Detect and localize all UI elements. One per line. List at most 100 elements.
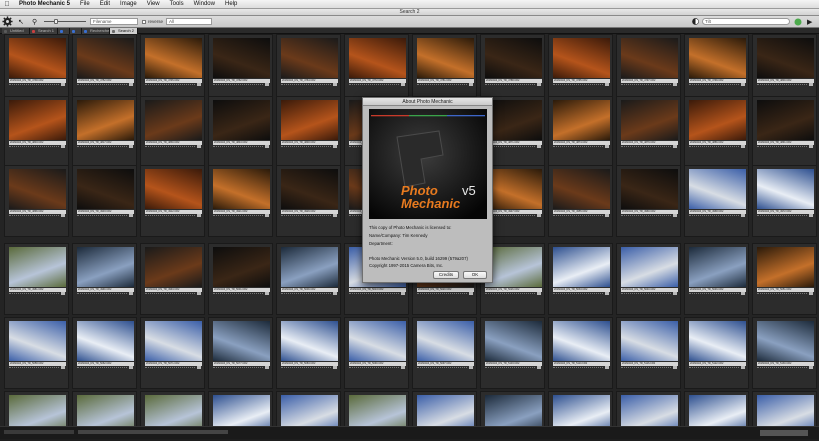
- thumbnail-caption[interactable]: 20160404_DS_TR_4891.CR2: [757, 141, 814, 145]
- thumbnail-caption[interactable]: 20160404_DS_TR_4960.CR2: [621, 210, 678, 214]
- thumbnail-cell[interactable]: 20160404_DS_TR_5130.CR2: [752, 317, 817, 389]
- thumbnail-caption[interactable]: 20160404_DS_TR_4968.CR2: [689, 210, 746, 214]
- thumbnail-image[interactable]: [689, 38, 746, 78]
- tag-icon[interactable]: [333, 366, 337, 369]
- thumbnail-image[interactable]: [485, 38, 542, 78]
- tag-icon[interactable]: [333, 83, 337, 86]
- rating-stars[interactable]: [77, 215, 127, 217]
- thumbnail-cell[interactable]: 20160404_DS_TR_5071.CR2: [140, 317, 205, 389]
- thumbnail-cell[interactable]: 20160404_DS_TR_5062.CR2: [72, 317, 137, 389]
- tag-icon[interactable]: [809, 83, 813, 86]
- thumbnail-cell[interactable]: 20160404_DS_TR_5150.CR2: [140, 391, 205, 426]
- rating-stars[interactable]: [621, 146, 671, 148]
- rating-stars[interactable]: [621, 293, 671, 295]
- tag-icon[interactable]: [61, 292, 65, 295]
- thumbnail-caption[interactable]: 20160404_DS_TR_4886.CR2: [689, 141, 746, 145]
- search-input[interactable]: Tilt: [702, 18, 790, 25]
- rating-stars[interactable]: [485, 367, 535, 369]
- thumbnail-image[interactable]: [77, 169, 134, 209]
- thumbnail-image[interactable]: [281, 395, 338, 426]
- tag-icon[interactable]: [809, 145, 813, 148]
- thumbnail-caption[interactable]: 20160404_DS_TR_5103.CR2: [485, 362, 542, 366]
- reverse-toggle[interactable]: reverse: [142, 17, 163, 26]
- rating-stars[interactable]: [553, 146, 603, 148]
- thumbnail-image[interactable]: [621, 395, 678, 426]
- tag-icon[interactable]: [333, 214, 337, 217]
- tag-icon[interactable]: [401, 292, 405, 295]
- thumbnail-cell[interactable]: 20160404_DS_TR_5208.CR2: [752, 391, 817, 426]
- thumbnail-cell[interactable]: 20160404_DS_TR_5040.CR2: [616, 243, 681, 315]
- thumbnail-caption[interactable]: 20160404_DS_TR_4772.CR2: [349, 79, 406, 83]
- thumbnail-caption[interactable]: 20160404_DS_TR_4929.CR2: [281, 210, 338, 214]
- thumbnail-cell[interactable]: 20160404_DS_TR_4921.CR2: [208, 165, 273, 237]
- thumbnail-cell[interactable]: 20160404_DS_TR_4886.CR2: [684, 96, 749, 168]
- thumbnail-image[interactable]: [145, 395, 202, 426]
- rating-stars[interactable]: [417, 84, 467, 86]
- thumbnail-caption[interactable]: 20160404_DS_TR_5122.CR2: [689, 362, 746, 366]
- thumbnail-caption[interactable]: 20160404_DS_TR_5013.CR2: [349, 288, 406, 292]
- thumbnail-cell[interactable]: 20160404_DS_TR_4817.CR2: [72, 96, 137, 168]
- thumbnail-caption[interactable]: 20160404_DS_TR_5090.CR2: [349, 362, 406, 366]
- thumbnail-caption[interactable]: 20160404_DS_TR_4903.CR2: [77, 210, 134, 214]
- thumbnail-caption[interactable]: 20160404_DS_TR_5116.CR2: [621, 362, 678, 366]
- pointer-tool-icon[interactable]: ↖: [18, 17, 24, 26]
- thumbnail-image[interactable]: [213, 247, 270, 287]
- tag-icon[interactable]: [401, 83, 405, 86]
- thumbnail-caption[interactable]: 20160404_DS_TR_5033.CR2: [553, 288, 610, 292]
- thumbnail-image[interactable]: [621, 38, 678, 78]
- thumbnail-image[interactable]: [757, 395, 814, 426]
- thumbnail-cell[interactable]: 20160404_DS_TR_4912.CR2: [140, 165, 205, 237]
- rating-stars[interactable]: [689, 367, 739, 369]
- thumbnail-image[interactable]: [485, 100, 542, 140]
- rating-stars[interactable]: [145, 215, 195, 217]
- thumbnail-image[interactable]: [213, 395, 270, 426]
- thumbnail-image[interactable]: [485, 169, 542, 209]
- rating-stars[interactable]: [281, 84, 331, 86]
- thumbnail-caption[interactable]: 20160404_DS_TR_5097.CR2: [417, 362, 474, 366]
- thumbnail-caption[interactable]: 20160404_DS_TR_5083.CR2: [281, 362, 338, 366]
- thumbnail-cell[interactable]: 20160404_DS_TR_5188.CR2: [548, 391, 613, 426]
- rating-stars[interactable]: [621, 367, 671, 369]
- thumbnail-caption[interactable]: 20160404_DS_TR_5062.CR2: [77, 362, 134, 366]
- tag-icon[interactable]: [605, 292, 609, 295]
- rating-stars[interactable]: [757, 146, 807, 148]
- thumbnail-cell[interactable]: 20160404_DS_TR_4981.CR2: [4, 243, 69, 315]
- tag-icon[interactable]: [401, 366, 405, 369]
- tag-icon[interactable]: [61, 83, 65, 86]
- thumbnail-image[interactable]: [553, 247, 610, 287]
- thumbnail-image[interactable]: [77, 395, 134, 426]
- rating-stars[interactable]: [757, 215, 807, 217]
- slider-knob[interactable]: [54, 19, 58, 24]
- tag-icon[interactable]: [537, 145, 541, 148]
- tag-icon[interactable]: [469, 292, 473, 295]
- thumbnail-cell[interactable]: 20160404_DS_TR_5182.CR2: [480, 391, 545, 426]
- thumbnail-image[interactable]: [281, 247, 338, 287]
- reverse-checkbox[interactable]: [142, 19, 146, 24]
- thumbnail-cell[interactable]: 20160404_DS_TR_4903.CR2: [72, 165, 137, 237]
- tag-icon[interactable]: [469, 83, 473, 86]
- thumbnail-cell[interactable]: 20160404_DS_TR_5116.CR2: [616, 317, 681, 389]
- thumbnail-caption[interactable]: 20160404_DS_TR_4803.CR2: [9, 141, 66, 145]
- rating-stars[interactable]: [213, 84, 263, 86]
- rating-stars[interactable]: [213, 146, 263, 148]
- thumbnail-caption[interactable]: 20160404_DS_TR_4972.CR2: [757, 210, 814, 214]
- thumbnail-cell[interactable]: 20160404_DS_TR_5033.CR2: [548, 243, 613, 315]
- thumbnail-caption[interactable]: 20160404_DS_TR_5001.CR2: [213, 288, 270, 292]
- rating-stars[interactable]: [689, 215, 739, 217]
- rating-stars[interactable]: [757, 293, 807, 295]
- thumbnail-caption[interactable]: 20160404_DS_TR_4752.CR2: [77, 79, 134, 83]
- thumbnail-cell[interactable]: 20160404_DS_TR_5195.CR2: [616, 391, 681, 426]
- thumbnail-image[interactable]: [757, 247, 814, 287]
- rating-stars[interactable]: [213, 293, 263, 295]
- menu-help[interactable]: Help: [220, 1, 242, 7]
- rating-stars[interactable]: [145, 293, 195, 295]
- thumbnail-cell[interactable]: 20160404_DS_TR_5097.CR2: [412, 317, 477, 389]
- thumbnail-caption[interactable]: 20160404_DS_TR_4745.CR2: [145, 79, 202, 83]
- thumbnail-image[interactable]: [757, 321, 814, 361]
- thumbnail-image[interactable]: [9, 395, 66, 426]
- thumbnail-cell[interactable]: 20160404_DS_TR_4848.CR2: [276, 96, 341, 168]
- thumbnail-image[interactable]: [757, 38, 814, 78]
- tag-icon[interactable]: [673, 292, 677, 295]
- thumbnail-caption[interactable]: 20160404_DS_TR_4879.CR2: [621, 141, 678, 145]
- thumbnail-cell[interactable]: 20160404_DS_TR_5201.CR2: [684, 391, 749, 426]
